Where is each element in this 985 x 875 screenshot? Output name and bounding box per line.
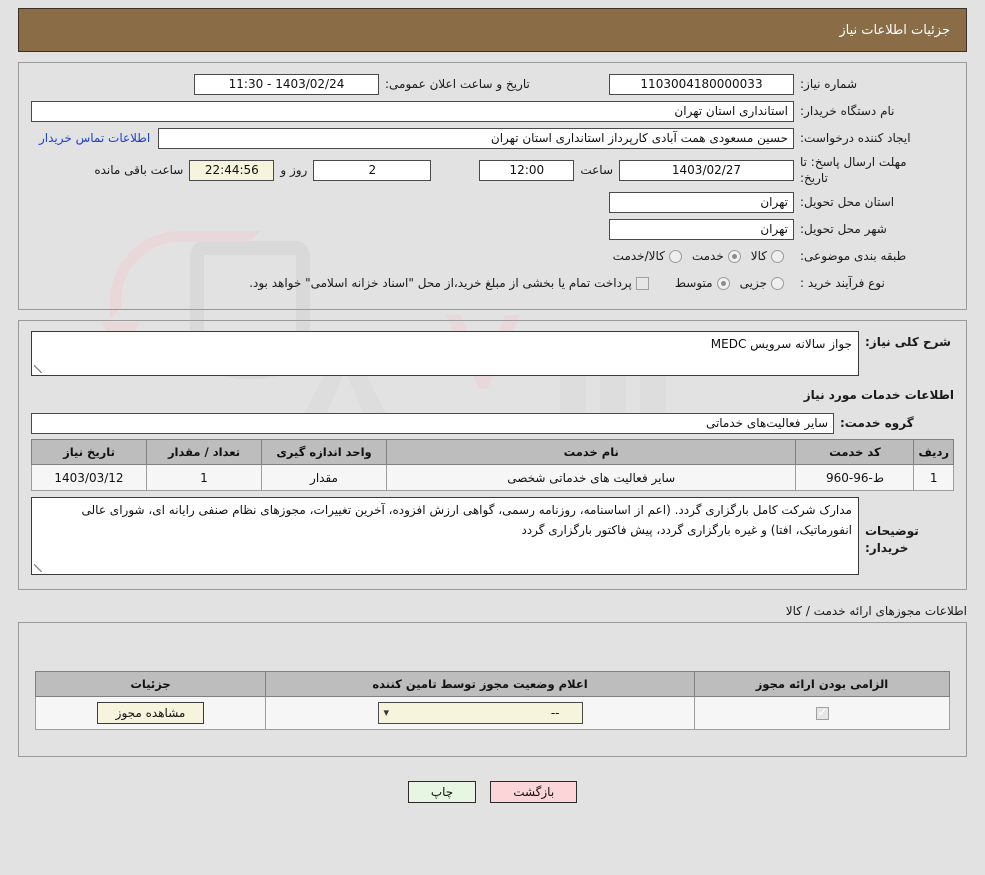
permits-panel: الزامی بودن ارائه مجوز اعلام وضعیت مجوز … [18, 622, 967, 758]
deadline-label: مهلت ارسال پاسخ: تا تاریخ: [800, 155, 907, 186]
row-deadline: مهلت ارسال پاسخ: تا تاریخ: 1403/02/27 سا… [31, 154, 954, 186]
need-info-panel: شماره نیاز: 1103004180000033 تاریخ و ساع… [18, 62, 967, 311]
buyer-notes-label: توضیحات خریدار: [865, 524, 919, 555]
creator-label: ایجاد کننده درخواست: [800, 130, 911, 145]
permit-status-select[interactable]: ▾ -- [377, 702, 583, 725]
window-title-bar: جزئیات اطلاعات نیاز [18, 8, 967, 52]
permit-required-checkbox [815, 705, 829, 721]
category-label: طبقه بندی موضوعی: [800, 249, 907, 264]
cell-service-code: ط-96-960 [795, 464, 915, 492]
service-group-label: گروه خدمت: [840, 416, 914, 431]
province-label: استان محل تحویل: [800, 195, 895, 210]
chevron-down-icon: ▾ [383, 706, 390, 720]
public-announce-value[interactable]: 1403/02/24 - 11:30 [194, 73, 379, 95]
col-unit: واحد اندازه گیری [261, 439, 387, 466]
radio-category-kala-khedmat[interactable] [668, 249, 682, 263]
description-panel: شرح کلی نیاز: جواز سالانه سرویس MEDC اطل… [18, 320, 967, 591]
permit-status-value: -- [550, 706, 560, 721]
col-permit-status: اعلام وضعیت مجوز توسط تامین کننده [265, 671, 695, 698]
radio-category-kala[interactable] [771, 249, 784, 263]
row-buyer-org: نام دستگاه خریدار: استانداری استان تهران [31, 100, 954, 122]
remaining-days-label: روز و [280, 163, 308, 178]
radio-process-jozi-label: جزیی [739, 276, 767, 291]
permits-table-header-row: الزامی بودن ارائه مجوز اعلام وضعیت مجوز … [35, 671, 950, 698]
general-description-label: شرح کلی نیاز: [865, 335, 951, 350]
col-quantity: تعداد / مقدار [146, 439, 262, 466]
deadline-time-value[interactable]: 12:00 [479, 159, 575, 181]
need-number-label: شماره نیاز: [800, 76, 857, 91]
buyer-contact-link[interactable]: اطلاعات تماس خریدار [31, 131, 158, 145]
services-table-header-row: ردیف کد خدمت نام خدمت واحد اندازه گیری ت… [31, 439, 954, 466]
table-row: ▾ -- مشاهده مجوز [35, 696, 950, 731]
row-province: استان محل تحویل: تهران [31, 191, 954, 213]
checkbox-treasury-bonds[interactable] [635, 276, 649, 290]
radio-category-khedmat[interactable] [727, 249, 741, 263]
services-section-title: اطلاعات خدمات مورد نیاز [803, 388, 954, 403]
view-permit-button[interactable]: مشاهده مجوز [96, 702, 205, 725]
permits-caption: اطلاعات مجوزهای ارائه خدمت / کالا [785, 604, 967, 619]
permits-table: الزامی بودن ارائه مجوز اعلام وضعیت مجوز … [35, 671, 950, 731]
city-value[interactable]: تهران [609, 218, 794, 240]
row-city: شهر محل تحویل: تهران [31, 218, 954, 240]
page-root: AnaTender.net جزئیات اطلاعات نیاز شماره … [0, 8, 985, 875]
cell-permit-details: مشاهده مجوز [35, 696, 266, 731]
col-service-code: کد خدمت [795, 439, 915, 466]
col-need-date: تاریخ نیاز [31, 439, 147, 466]
service-group-value[interactable]: سایر فعالیت‌های خدماتی [31, 412, 834, 434]
remaining-hours-label: ساعت باقی مانده [94, 163, 184, 178]
radio-process-jozi[interactable] [771, 276, 784, 290]
col-permit-required: الزامی بودن ارائه مجوز [694, 671, 950, 698]
cell-unit: مقدار [261, 464, 387, 492]
general-description-textarea[interactable]: جواز سالانه سرویس MEDC [31, 331, 859, 377]
need-number-value[interactable]: 1103004180000033 [609, 73, 794, 95]
treasury-bonds-note: پرداخت تمام یا بخشی از مبلغ خرید،از محل … [249, 276, 632, 291]
row-creator: ایجاد کننده درخواست: حسین مسعودی همت آبا… [31, 127, 954, 149]
radio-category-kala-label: کالا [750, 249, 767, 264]
row-category: طبقه بندی موضوعی: کالا خدمت کالا/خدمت [31, 245, 954, 267]
radio-process-motavaset-label: متوسط [674, 276, 713, 291]
row-buyer-notes: توضیحات خریدار: مدارک شرکت کامل بارگزاری… [31, 497, 954, 576]
buyer-notes-textarea[interactable]: مدارک شرکت کامل بارگزاری گردد. (اعم از ا… [31, 497, 859, 576]
radio-process-motavaset[interactable] [716, 276, 730, 290]
city-label: شهر محل تحویل: [800, 222, 887, 237]
services-table: ردیف کد خدمت نام خدمت واحد اندازه گیری ت… [31, 439, 954, 492]
row-process-type: نوع فرآیند خرید : جزیی متوسط پرداخت تمام… [31, 272, 954, 294]
public-announce-label: تاریخ و ساعت اعلان عمومی: [385, 76, 530, 91]
process-type-label: نوع فرآیند خرید : [800, 276, 885, 291]
col-service-name: نام خدمت [385, 439, 797, 466]
row-need-number: شماره نیاز: 1103004180000033 تاریخ و ساع… [31, 73, 954, 95]
cell-service-name: سایر فعالیت های خدماتی شخصی [385, 464, 797, 492]
print-button[interactable]: چاپ [407, 781, 477, 804]
radio-category-khedmat-label: خدمت [691, 249, 724, 264]
buyer-org-value[interactable]: استانداری استان تهران [31, 100, 794, 122]
row-service-group: گروه خدمت: سایر فعالیت‌های خدماتی [31, 412, 954, 434]
cell-need-date: 1403/03/12 [31, 464, 147, 492]
row-general-description: شرح کلی نیاز: جواز سالانه سرویس MEDC [31, 331, 954, 377]
back-button[interactable]: بازگشت [490, 781, 578, 804]
remaining-days-value[interactable]: 2 [313, 159, 432, 181]
footer-actions: بازگشت چاپ [0, 781, 985, 804]
creator-value[interactable]: حسین مسعودی همت آبادی کارپرداز استانداری… [158, 127, 794, 149]
radio-category-kala-khedmat-label: کالا/خدمت [612, 249, 665, 264]
table-row: 1 ط-96-960 سایر فعالیت های خدماتی شخصی م… [31, 464, 954, 492]
cell-permit-required [694, 696, 950, 731]
cell-index: 1 [913, 464, 954, 492]
col-index: ردیف [913, 439, 954, 466]
hour-label: ساعت [580, 163, 613, 178]
buyer-org-label: نام دستگاه خریدار: [800, 103, 895, 118]
remaining-countdown-value: 22:44:56 [189, 159, 275, 181]
province-value[interactable]: تهران [609, 191, 794, 213]
cell-permit-status: ▾ -- [265, 696, 695, 731]
cell-quantity: 1 [146, 464, 262, 492]
col-permit-details: جزئیات [35, 671, 266, 698]
deadline-date-value[interactable]: 1403/02/27 [619, 159, 794, 181]
page-title: جزئیات اطلاعات نیاز [839, 22, 950, 38]
